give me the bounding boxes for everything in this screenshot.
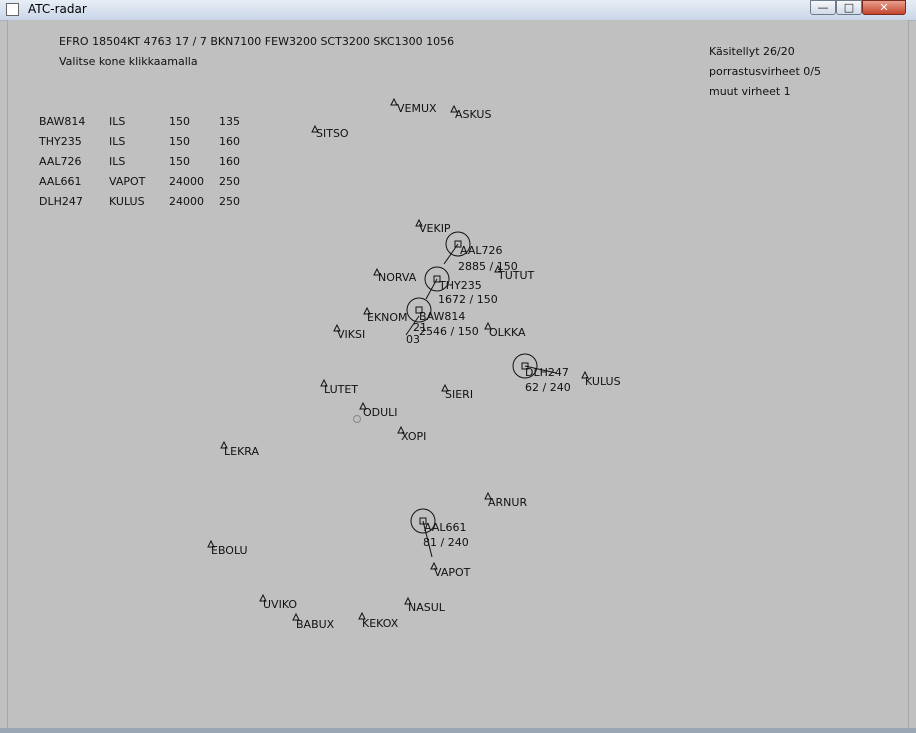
strip-route: ILS <box>109 115 125 128</box>
runway-label-03: 03 <box>406 333 420 346</box>
waypoint-vapot: VAPOT <box>430 561 471 579</box>
title-bar[interactable]: ATC-radar — □ ✕ <box>0 0 916 21</box>
strip-speed: 135 <box>219 115 240 128</box>
waypoint-label: LUTET <box>324 383 358 396</box>
strip-callsign[interactable]: AAL661 <box>39 175 81 188</box>
aircraft-dlh247[interactable]: DLH247 62 / 240 <box>512 353 571 394</box>
strip-altitude: 24000 <box>169 195 204 208</box>
strip-callsign[interactable]: DLH247 <box>39 195 83 208</box>
flight-strip-row[interactable]: AAL661 VAPOT 24000 250 <box>39 175 240 188</box>
waypoint-kulus: KULUS <box>581 370 621 388</box>
aircraft-info: 2885 / 150 <box>458 260 518 273</box>
waypoint-label: ARNUR <box>488 496 527 509</box>
waypoint-label: NORVA <box>378 271 417 284</box>
strip-altitude: 150 <box>169 115 190 128</box>
radar-canvas[interactable]: EFRO 18504KT 4763 17 / 7 BKN7100 FEW3200… <box>7 20 909 730</box>
waypoint-label: EKNOM <box>367 311 408 324</box>
app-window: ATC-radar — □ ✕ EFRO 18504KT 4763 17 / 7… <box>0 0 916 733</box>
waypoint-label: ASKUS <box>455 108 491 121</box>
maximize-button[interactable]: □ <box>836 0 862 15</box>
waypoint-label: VEKIP <box>419 222 451 235</box>
waypoint-xopi: XOPI <box>397 425 426 443</box>
waypoint-vemux: VEMUX <box>390 97 437 115</box>
waypoint-label: UVIKO <box>263 598 297 611</box>
waypoint-lekra: LEKRA <box>220 440 259 458</box>
aircraft-info: 1672 / 150 <box>438 293 498 306</box>
waypoint-nasul: NASUL <box>404 596 446 614</box>
strip-altitude: 24000 <box>169 175 204 188</box>
flight-strip-row[interactable]: DLH247 KULUS 24000 250 <box>39 195 240 208</box>
close-button[interactable]: ✕ <box>862 0 906 15</box>
waypoint-label: LEKRA <box>224 445 259 458</box>
waypoint-vekip: VEKIP <box>415 218 451 235</box>
waypoint-label: VAPOT <box>434 566 471 579</box>
waypoint-kekox: KEKOX <box>358 611 399 630</box>
waypoint-label: KEKOX <box>362 617 399 630</box>
waypoint-label: XOPI <box>401 430 426 443</box>
strip-callsign[interactable]: AAL726 <box>39 155 81 168</box>
waypoint-label: VEMUX <box>397 102 437 115</box>
flight-strip-row[interactable]: AAL726 ILS 150 160 <box>39 155 240 168</box>
strip-callsign[interactable]: BAW814 <box>39 115 85 128</box>
strip-route: KULUS <box>109 195 145 208</box>
strip-altitude: 150 <box>169 155 190 168</box>
waypoint-label: OLKKA <box>489 326 526 339</box>
aircraft-aal726[interactable]: AAL726 2885 / 150 <box>443 231 518 273</box>
aircraft-callsign: BAW814 <box>419 310 465 323</box>
waypoint-sitso: SITSO <box>311 124 349 140</box>
strip-altitude: 150 <box>169 135 190 148</box>
waypoint-oduli: ODULI <box>359 401 398 419</box>
strip-route: ILS <box>109 135 125 148</box>
strip-route: ILS <box>109 155 125 168</box>
waypoint-label: VIKSI <box>337 328 365 341</box>
handled-count: Käsitellyt 26/20 <box>709 45 795 58</box>
separation-errors: porrastusvirheet 0/5 <box>709 65 821 78</box>
waypoint-olkka: OLKKA <box>484 321 526 339</box>
strip-speed: 160 <box>219 135 240 148</box>
waypoint-label: BABUX <box>296 618 335 631</box>
waypoint-viksi: VIKSI <box>333 323 365 341</box>
taskbar-strip <box>0 728 916 733</box>
waypoint-ebolu: EBOLU <box>207 539 248 557</box>
flight-strip-row[interactable]: THY235 ILS 150 160 <box>38 135 240 148</box>
aircraft-info: 62 / 240 <box>525 381 571 394</box>
waypoint-lutet: LUTET <box>320 378 358 396</box>
strip-speed: 250 <box>219 195 240 208</box>
minimize-button[interactable]: — <box>810 0 836 15</box>
waypoint-eknom: EKNOM <box>363 306 408 324</box>
aircraft-heading-line <box>425 278 438 300</box>
strip-route: VAPOT <box>109 175 146 188</box>
waypoint-label: ODULI <box>363 406 398 419</box>
flight-strip-row[interactable]: BAW814 ILS 150 135 <box>39 115 240 128</box>
strip-speed: 250 <box>219 175 240 188</box>
aircraft-info: 2546 / 150 <box>419 325 479 338</box>
strip-callsign[interactable]: THY235 <box>38 135 82 148</box>
app-icon <box>6 3 19 16</box>
waypoint-label: SIERI <box>445 388 473 401</box>
aircraft-aal661[interactable]: AAL661 81 / 240 <box>410 508 469 558</box>
other-errors: muut virheet 1 <box>709 85 791 98</box>
strip-speed: 160 <box>219 155 240 168</box>
aircraft-callsign: THY235 <box>438 279 482 292</box>
waypoint-label: EBOLU <box>211 544 248 557</box>
waypoint-uviko: UVIKO <box>259 593 297 611</box>
window-title: ATC-radar <box>28 2 87 16</box>
metar-text: EFRO 18504KT 4763 17 / 7 BKN7100 FEW3200… <box>59 35 454 48</box>
waypoint-label: NASUL <box>408 601 446 614</box>
aircraft-callsign: AAL726 <box>460 244 502 257</box>
waypoint-arnur: ARNUR <box>484 491 527 509</box>
waypoint-label: KULUS <box>585 375 621 388</box>
waypoint-babux: BABUX <box>292 612 335 631</box>
waypoint-label: SITSO <box>316 127 349 140</box>
flight-strip-list: BAW814 ILS 150 135 THY235 ILS 150 160 AA… <box>38 115 240 208</box>
aircraft-callsign: AAL661 <box>424 521 466 534</box>
waypoint-sieri: SIERI <box>441 383 473 401</box>
airport-center-marker <box>353 415 361 423</box>
waypoint-norva: NORVA <box>373 267 417 284</box>
aircraft-info: 81 / 240 <box>423 536 469 549</box>
instruction-text: Valitse kone klikkaamalla <box>59 55 198 68</box>
waypoint-layer: VEMUX ASKUS SITSO VEKIP NORVA TUTUT EKNO… <box>207 97 621 631</box>
waypoint-askus: ASKUS <box>450 104 491 121</box>
aircraft-callsign: DLH247 <box>525 366 569 379</box>
